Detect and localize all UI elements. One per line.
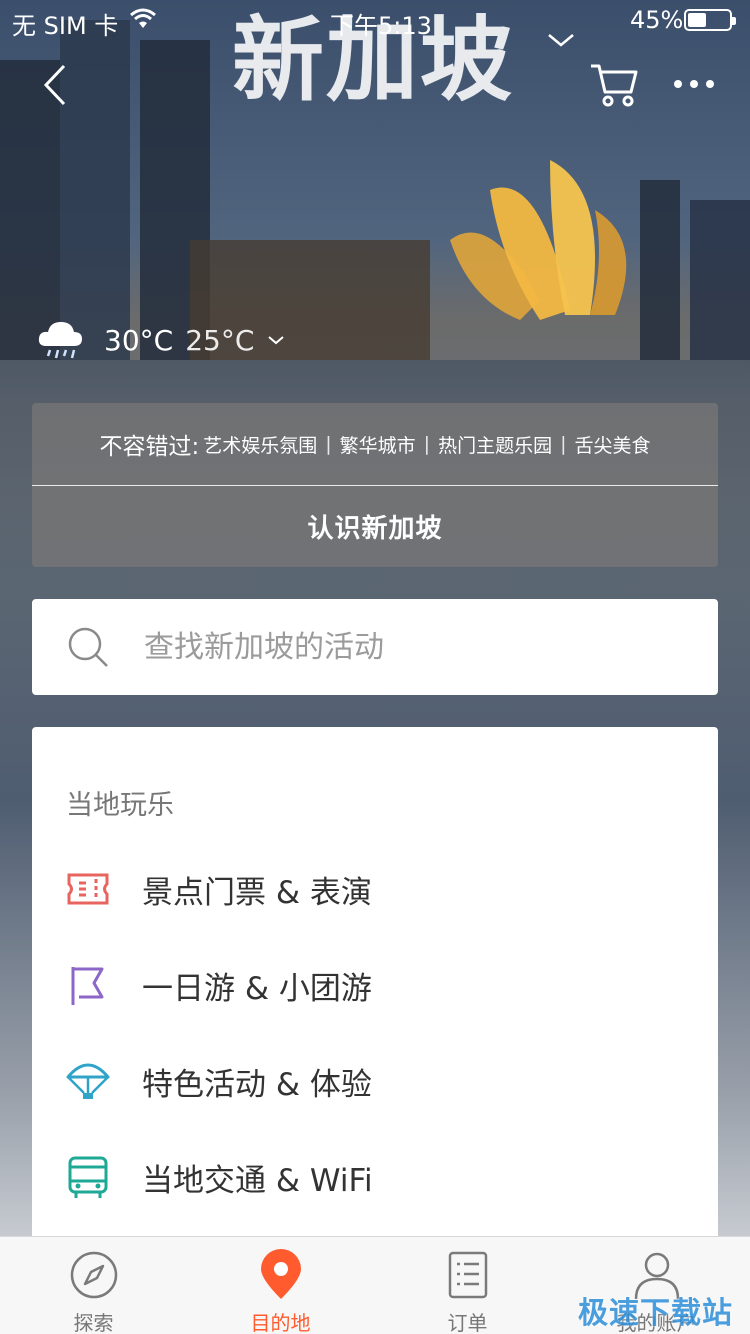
site-watermark: 极速下载站 xyxy=(578,1296,733,1331)
tab-label: 订单 xyxy=(447,1311,488,1334)
rain-cloud-icon xyxy=(38,322,82,359)
category-activities[interactable]: 特色活动 & 体验 xyxy=(64,1041,684,1121)
intro-card: 不容错过: 艺术娱乐氛围 | 繁华城市 | 热门主题乐园 | 舌尖美食 认识新加… xyxy=(32,403,718,567)
highlight-item[interactable]: 艺术娱乐氛围 xyxy=(203,431,317,458)
tab-orders[interactable]: 订单 xyxy=(374,1237,561,1334)
category-label: 特色活动 & 体验 xyxy=(142,1066,372,1103)
weather-widget[interactable]: 30°C 25°C xyxy=(36,316,286,364)
location-pin-icon xyxy=(260,1249,301,1299)
battery-percent: 45% xyxy=(630,6,684,34)
chevron-down-icon xyxy=(268,336,285,345)
tab-explore[interactable]: 探索 xyxy=(0,1237,187,1334)
cart-icon[interactable] xyxy=(588,58,640,110)
section-heading: 当地玩乐 xyxy=(66,790,174,821)
ticket-icon xyxy=(67,873,109,905)
highlights-lead: 不容错过: xyxy=(99,434,200,460)
chevron-down-icon[interactable] xyxy=(546,30,576,50)
highlights-row: 不容错过: 艺术娱乐氛围 | 繁华城市 | 热门主题乐园 | 舌尖美食 xyxy=(32,403,718,485)
search-bar[interactable] xyxy=(32,599,718,695)
tab-label: 探索 xyxy=(73,1311,114,1334)
search-icon xyxy=(68,627,108,667)
parachute-icon xyxy=(66,1063,110,1099)
carrier-label: 无 SIM 卡 xyxy=(12,12,119,40)
highlight-item[interactable]: 热门主题乐园 xyxy=(438,431,552,458)
category-label: 一日游 & 小团游 xyxy=(142,970,372,1007)
category-label: 景点门票 & 表演 xyxy=(142,874,372,911)
category-day-tours[interactable]: 一日游 & 小团游 xyxy=(64,945,684,1025)
wifi-icon xyxy=(130,8,156,28)
artscience-museum-graphic xyxy=(450,160,627,320)
category-tickets-shows[interactable]: 景点门票 & 表演 xyxy=(64,849,684,929)
back-chevron-icon[interactable] xyxy=(36,60,76,110)
temperature-low: 25°C xyxy=(185,323,255,357)
local-fun-card: 当地玩乐 景点门票 & 表演 一日游 & 小团游 特色活动 & 体验 当地交通 … xyxy=(32,727,718,1287)
order-list-icon xyxy=(448,1251,487,1299)
category-label: 当地交通 & WiFi xyxy=(142,1162,373,1199)
more-dots-icon[interactable] xyxy=(670,70,718,98)
city-title[interactable]: 新加坡 xyxy=(232,0,514,119)
compass-icon xyxy=(70,1251,117,1299)
tab-destination[interactable]: 目的地 xyxy=(187,1237,374,1334)
bus-icon xyxy=(68,1156,108,1198)
search-input[interactable] xyxy=(144,629,664,665)
temperature-high: 30°C xyxy=(104,323,174,357)
highlight-item[interactable]: 繁华城市 xyxy=(340,431,416,458)
flag-icon xyxy=(71,967,104,1005)
separator: | xyxy=(325,433,332,455)
highlight-item[interactable]: 舌尖美食 xyxy=(575,431,651,458)
category-transport-wifi[interactable]: 当地交通 & WiFi xyxy=(64,1137,684,1217)
learn-about-city-button[interactable]: 认识新加坡 xyxy=(32,486,718,567)
battery-icon xyxy=(684,9,736,31)
tab-label: 目的地 xyxy=(250,1311,311,1334)
separator: | xyxy=(560,433,567,455)
separator: | xyxy=(423,433,431,455)
